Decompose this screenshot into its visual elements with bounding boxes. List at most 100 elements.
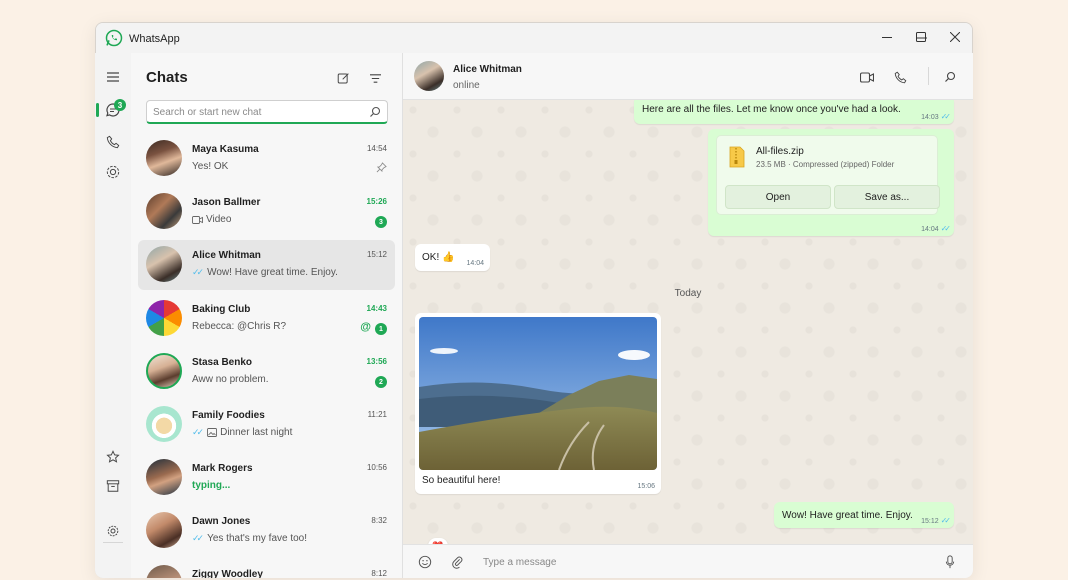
filter-icon <box>369 73 381 83</box>
search-chat-button[interactable] <box>939 66 961 88</box>
read-ticks-icon: ✓✓ <box>192 427 204 437</box>
save-as-button[interactable]: Save as... <box>834 185 940 209</box>
search-icon[interactable] <box>369 106 381 118</box>
chat-preview-text: Aww no problem. <box>192 374 269 385</box>
avatar <box>146 565 182 578</box>
conversation-pane: Alice Whitman online Here are all the fi… <box>403 53 973 578</box>
message-time: 14:04 <box>466 260 484 267</box>
chat-time: 15:26 <box>366 197 387 206</box>
chat-time: 8:32 <box>371 516 387 525</box>
unread-count-badge: 3 <box>375 216 387 228</box>
chat-name: Family Foodies <box>192 410 265 421</box>
chat-preview: Yes! OK <box>192 161 228 172</box>
chat-name: Dawn Jones <box>192 516 251 527</box>
chat-item-baking-club[interactable]: Baking Club 14:43 Rebecca: @Chris R? @ 1 <box>138 294 395 344</box>
settings-nav-button[interactable] <box>101 519 125 543</box>
attach-button[interactable] <box>446 551 468 573</box>
contact-avatar[interactable] <box>414 61 444 91</box>
chat-preview: Video <box>192 214 231 225</box>
chat-item-stasa-benko[interactable]: Stasa Benko 13:56 Aww no problem. 2 <box>138 347 395 397</box>
phone-icon <box>106 135 120 149</box>
chats-heading: Chats <box>146 69 188 86</box>
chat-name: Mark Rogers <box>192 463 253 474</box>
chat-preview-text: Dinner last night <box>220 427 293 438</box>
chat-name: Alice Whitman <box>192 250 261 261</box>
chat-item-alice-whitman[interactable]: Alice Whitman 15:12 ✓✓ Wow! Have great ti… <box>138 240 395 290</box>
message-composer <box>403 544 973 578</box>
chat-time: 15:12 <box>366 250 387 259</box>
chat-preview-text: typing... <box>192 480 231 491</box>
read-ticks-icon: ✓✓ <box>940 224 952 233</box>
menu-button[interactable] <box>101 65 125 89</box>
message-time: 15:06 <box>637 483 655 490</box>
paperclip-icon <box>452 556 463 569</box>
photo-caption: So beautiful here! <box>422 475 501 486</box>
message-incoming: OK! 👍 14:04 <box>415 244 490 271</box>
gear-icon <box>107 525 119 537</box>
message-text: Wow! Have great time. Enjoy. <box>782 510 913 521</box>
avatar <box>146 512 182 548</box>
chat-name: Ziggy Woodley <box>192 569 263 578</box>
open-file-button[interactable]: Open <box>725 185 831 209</box>
conversation-header: Alice Whitman online <box>403 53 973 100</box>
archived-nav-button[interactable] <box>101 474 125 498</box>
unread-count-badge: 1 <box>375 323 387 335</box>
photo-message: So beautiful here! 15:06 <box>415 313 661 494</box>
chat-item-mark-rogers[interactable]: Mark Rogers 10:56 typing... <box>138 453 395 503</box>
contact-status: online <box>453 80 480 91</box>
message-meta: 14:04 ✓✓ <box>921 224 952 233</box>
message-meta: 15:12 ✓✓ <box>921 516 952 525</box>
search-input[interactable] <box>153 104 363 120</box>
chat-item-dawn-jones[interactable]: Dawn Jones 8:32 ✓✓ Yes that's my fave too… <box>138 506 395 556</box>
chat-preview-text: Yes! OK <box>192 161 229 172</box>
message-input[interactable] <box>483 553 923 571</box>
file-name: All-files.zip <box>756 146 804 157</box>
landscape-photo[interactable] <box>419 317 657 470</box>
compose-icon <box>337 72 349 83</box>
emoji-button[interactable] <box>414 551 436 573</box>
file-attachment-card: All-files.zip 23.5 MB · Compressed (zipp… <box>716 135 940 215</box>
contact-name[interactable]: Alice Whitman <box>453 64 522 75</box>
avatar <box>146 406 182 442</box>
chat-time: 10:56 <box>366 463 387 472</box>
chat-item-maya-kasuma[interactable]: Maya Kasuma 14:54 Yes! OK <box>138 134 395 184</box>
message-time: 14:04 <box>921 226 939 233</box>
message-text: Here are all the files. Let me know once… <box>642 104 901 115</box>
voice-message-button[interactable] <box>939 551 961 573</box>
microphone-icon <box>945 555 955 569</box>
smiley-icon <box>418 555 432 569</box>
chat-item-jason-ballmer[interactable]: Jason Ballmer 15:26 Video 3 <box>138 187 395 237</box>
chat-item-family-foodies[interactable]: Family Foodies 11:21 ✓✓ Dinner last nigh… <box>138 400 395 450</box>
message-meta: 14:03 ✓✓ <box>921 112 952 121</box>
archive-box-icon <box>106 480 120 492</box>
avatar <box>146 353 182 389</box>
avatar <box>146 459 182 495</box>
chat-item-ziggy-woodley[interactable]: Ziggy Woodley 8:12 <box>138 559 395 578</box>
starred-nav-button[interactable] <box>101 445 125 469</box>
voice-call-button[interactable] <box>889 66 911 88</box>
file-meta: 23.5 MB · Compressed (zipped) Folder <box>756 160 895 169</box>
read-ticks-icon: ✓✓ <box>940 112 952 121</box>
chat-name: Baking Club <box>192 304 251 315</box>
read-ticks-icon: ✓✓ <box>940 516 952 525</box>
new-chat-button[interactable] <box>332 67 354 89</box>
nav-rail: 3 <box>95 53 131 578</box>
avatar <box>146 246 182 282</box>
chat-name: Maya Kasuma <box>192 144 259 155</box>
video-camera-icon <box>860 71 874 83</box>
file-message: All-files.zip 23.5 MB · Compressed (zipp… <box>708 129 954 236</box>
chat-preview: Aww no problem. <box>192 374 269 385</box>
day-separator: Today <box>674 288 702 299</box>
photo-icon <box>207 428 218 437</box>
calls-nav-button[interactable] <box>101 130 125 154</box>
read-ticks-icon: ✓✓ <box>192 267 204 277</box>
avatar <box>146 193 182 229</box>
filter-button[interactable] <box>364 67 386 89</box>
chat-preview-text: Rebecca: @Chris R? <box>192 321 287 332</box>
chat-name: Stasa Benko <box>192 357 253 368</box>
header-divider <box>928 67 929 85</box>
video-call-button[interactable] <box>856 66 878 88</box>
read-ticks-icon: ✓✓ <box>192 533 204 543</box>
status-nav-button[interactable] <box>101 160 125 184</box>
chat-preview: ✓✓ Dinner last night <box>192 427 292 438</box>
